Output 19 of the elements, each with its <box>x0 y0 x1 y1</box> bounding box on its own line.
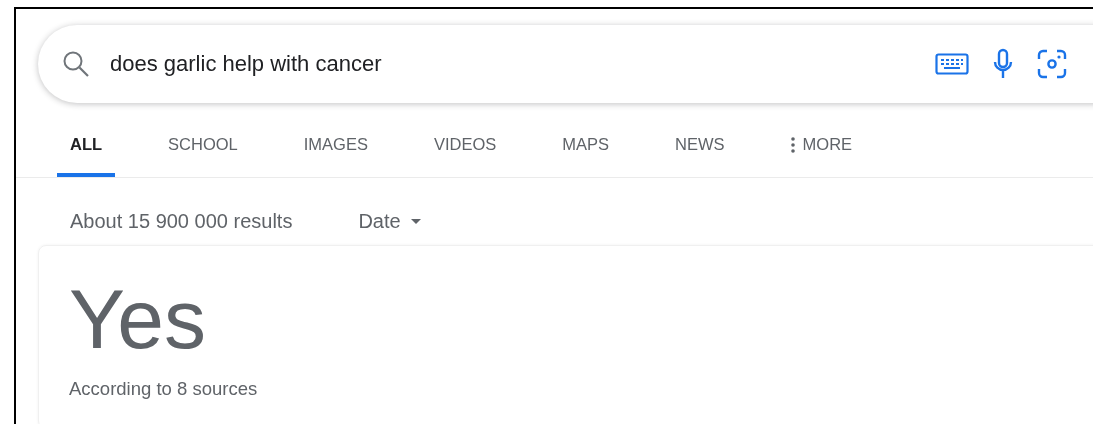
date-filter[interactable]: Date <box>358 210 421 233</box>
tab[interactable]: MAPS <box>549 125 623 177</box>
tab[interactable]: MORE <box>777 125 866 177</box>
tab[interactable]: ALL <box>57 125 116 177</box>
search-query: does garlic help with cancer <box>110 51 383 77</box>
tab[interactable]: IMAGES <box>290 125 381 177</box>
answer-source: According to 8 sources <box>69 378 259 400</box>
answer-title: Yes <box>69 274 208 364</box>
search-icon[interactable] <box>62 50 90 78</box>
more-icon <box>790 136 795 153</box>
caret-icon <box>410 219 421 224</box>
result-count: About 15 900 000 results <box>70 210 293 233</box>
tab[interactable]: NEWS <box>662 125 738 177</box>
tab[interactable]: VIDEOS <box>420 125 510 177</box>
search-field[interactable]: does garlic help with cancer <box>38 25 1093 103</box>
tab[interactable]: SCHOOL <box>155 125 251 177</box>
keyboard-icon[interactable] <box>935 53 969 75</box>
camera-icon[interactable] <box>1037 49 1067 79</box>
microphone-icon[interactable] <box>993 48 1013 80</box>
